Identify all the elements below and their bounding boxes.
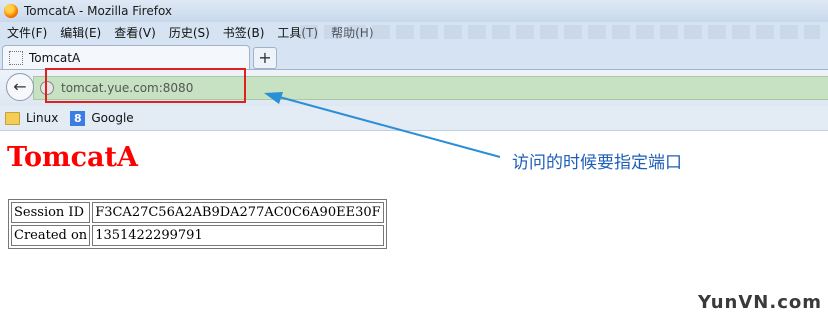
menu-file[interactable]: 文件(F) [0, 24, 53, 41]
bookmarks-toolbar: Linux 8 Google [0, 106, 828, 131]
url-highlight-box [45, 68, 246, 103]
back-arrow-icon: ← [13, 77, 27, 96]
session-info-table: Session ID F3CA27C56A2AB9DA277AC0C6A90EE… [8, 199, 387, 249]
new-tab-button[interactable]: + [253, 47, 277, 69]
tab-strip: TomcatA [0, 42, 828, 70]
created-on-value: 1351422299791 [92, 225, 384, 246]
window-title: TomcatA - Mozilla Firefox [24, 4, 173, 18]
back-button[interactable]: ← [6, 73, 34, 101]
menu-view[interactable]: 查看(V) [107, 24, 162, 41]
watermark: YunVN.com [698, 292, 822, 313]
bookmark-linux[interactable]: Linux [26, 111, 58, 125]
session-id-label: Session ID [11, 202, 91, 223]
tab-tomcata[interactable]: TomcatA [2, 45, 250, 70]
session-id-value: F3CA27C56A2AB9DA277AC0C6A90EE30F [92, 202, 384, 223]
google-icon: 8 [70, 110, 86, 126]
menu-history[interactable]: 历史(S) [162, 24, 216, 41]
bookmark-google[interactable]: Google [91, 111, 133, 125]
menu-bookmarks[interactable]: 书签(B) [216, 24, 271, 41]
table-row: Session ID F3CA27C56A2AB9DA277AC0C6A90EE… [11, 202, 384, 223]
tab-label: TomcatA [29, 51, 81, 65]
created-on-label: Created on [11, 225, 91, 246]
blurred-toolbar-ghost [300, 25, 820, 39]
folder-icon [5, 111, 20, 125]
table-row: Created on 1351422299791 [11, 225, 384, 246]
blank-page-icon [9, 51, 23, 65]
firefox-logo-icon [4, 4, 18, 18]
menu-edit[interactable]: 编辑(E) [53, 24, 107, 41]
window-titlebar: TomcatA - Mozilla Firefox [0, 0, 828, 22]
page-heading: TomcatA [7, 142, 138, 173]
annotation-text: 访问的时候要指定端口 [512, 153, 682, 173]
